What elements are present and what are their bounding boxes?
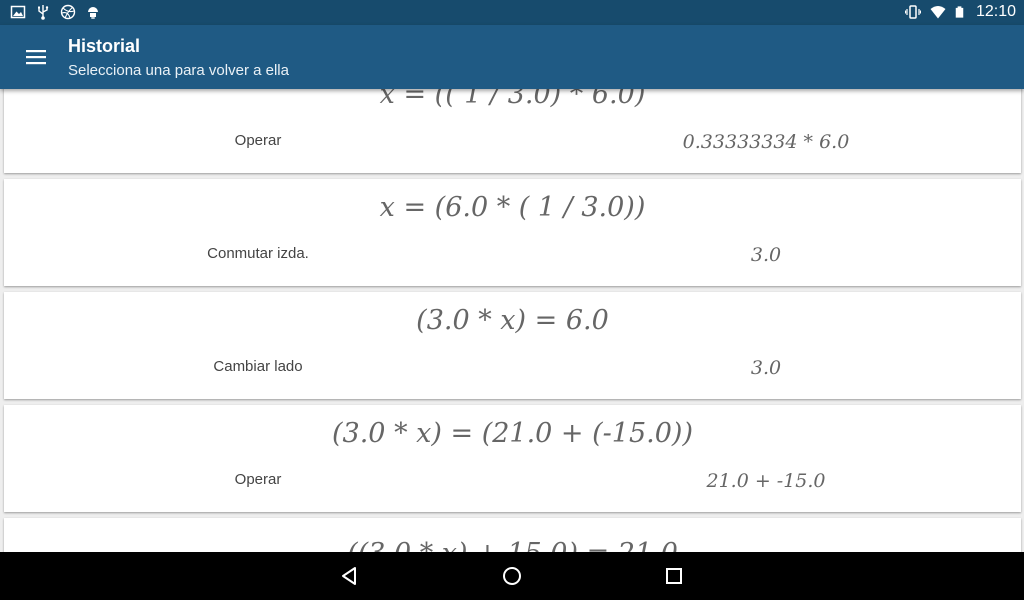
home-icon[interactable] [500, 564, 524, 588]
history-expression: x = (( 1 / 3.0) * 6.0) [379, 89, 646, 110]
history-expression: (3.0 * x) = (21.0 + (-15.0)) [332, 418, 693, 449]
hamburger-menu-icon[interactable] [24, 47, 48, 67]
dribbble-icon [60, 4, 76, 20]
history-item[interactable]: x = (6.0 * ( 1 / 3.0)) Conmutar izda. 3.… [4, 179, 1021, 286]
history-item[interactable]: (3.0 * x) = (21.0 + (-15.0)) Operar 21.0… [4, 405, 1021, 512]
history-expression: (3.0 * x) = 6.0 [416, 305, 609, 336]
history-operation: Operar [234, 471, 282, 488]
history-item[interactable]: (3.0 * x) = 6.0 Cambiar lado 3.0 [4, 292, 1021, 399]
history-list: x = (( 1 / 3.0) * 6.0) Operar 0.33333334… [0, 89, 1024, 552]
history-item[interactable]: ((3.0 * x) + 15.0) = 21.0 [4, 518, 1021, 552]
history-expression: x = (6.0 * ( 1 / 3.0)) [379, 192, 646, 223]
history-item[interactable]: x = (( 1 / 3.0) * 6.0) Operar 0.33333334… [4, 89, 1021, 173]
image-icon [10, 5, 26, 19]
wifi-icon [930, 6, 946, 19]
status-bar-system: 12:10 [904, 3, 1016, 21]
history-result: 0.33333334 * 6.0 [682, 131, 850, 153]
history-expression: ((3.0 * x) + 15.0) = 21.0 [4, 538, 1021, 552]
history-result: 3.0 [750, 357, 782, 379]
history-operation: Operar [234, 132, 282, 149]
status-time: 12:10 [975, 3, 1016, 20]
usb-icon [38, 5, 49, 20]
app-bar: Historial Selecciona una para volver a e… [0, 25, 1024, 89]
android-icon [88, 7, 98, 19]
page-title: Historial [68, 36, 141, 56]
history-result: 21.0 + -15.0 [706, 470, 826, 492]
battery-icon [955, 6, 964, 18]
history-operation: Cambiar lado [213, 358, 303, 375]
status-bar-notifications [10, 4, 101, 20]
history-operation: Conmutar izda. [207, 245, 309, 262]
history-result: 3.0 [750, 244, 782, 266]
status-bar: 12:10 [0, 0, 1024, 25]
navigation-bar [0, 552, 1024, 600]
page-subtitle: Selecciona una para volver a ella [68, 62, 289, 79]
recents-icon[interactable] [662, 564, 686, 588]
vibrate-icon [904, 5, 921, 19]
back-icon[interactable] [338, 564, 362, 588]
